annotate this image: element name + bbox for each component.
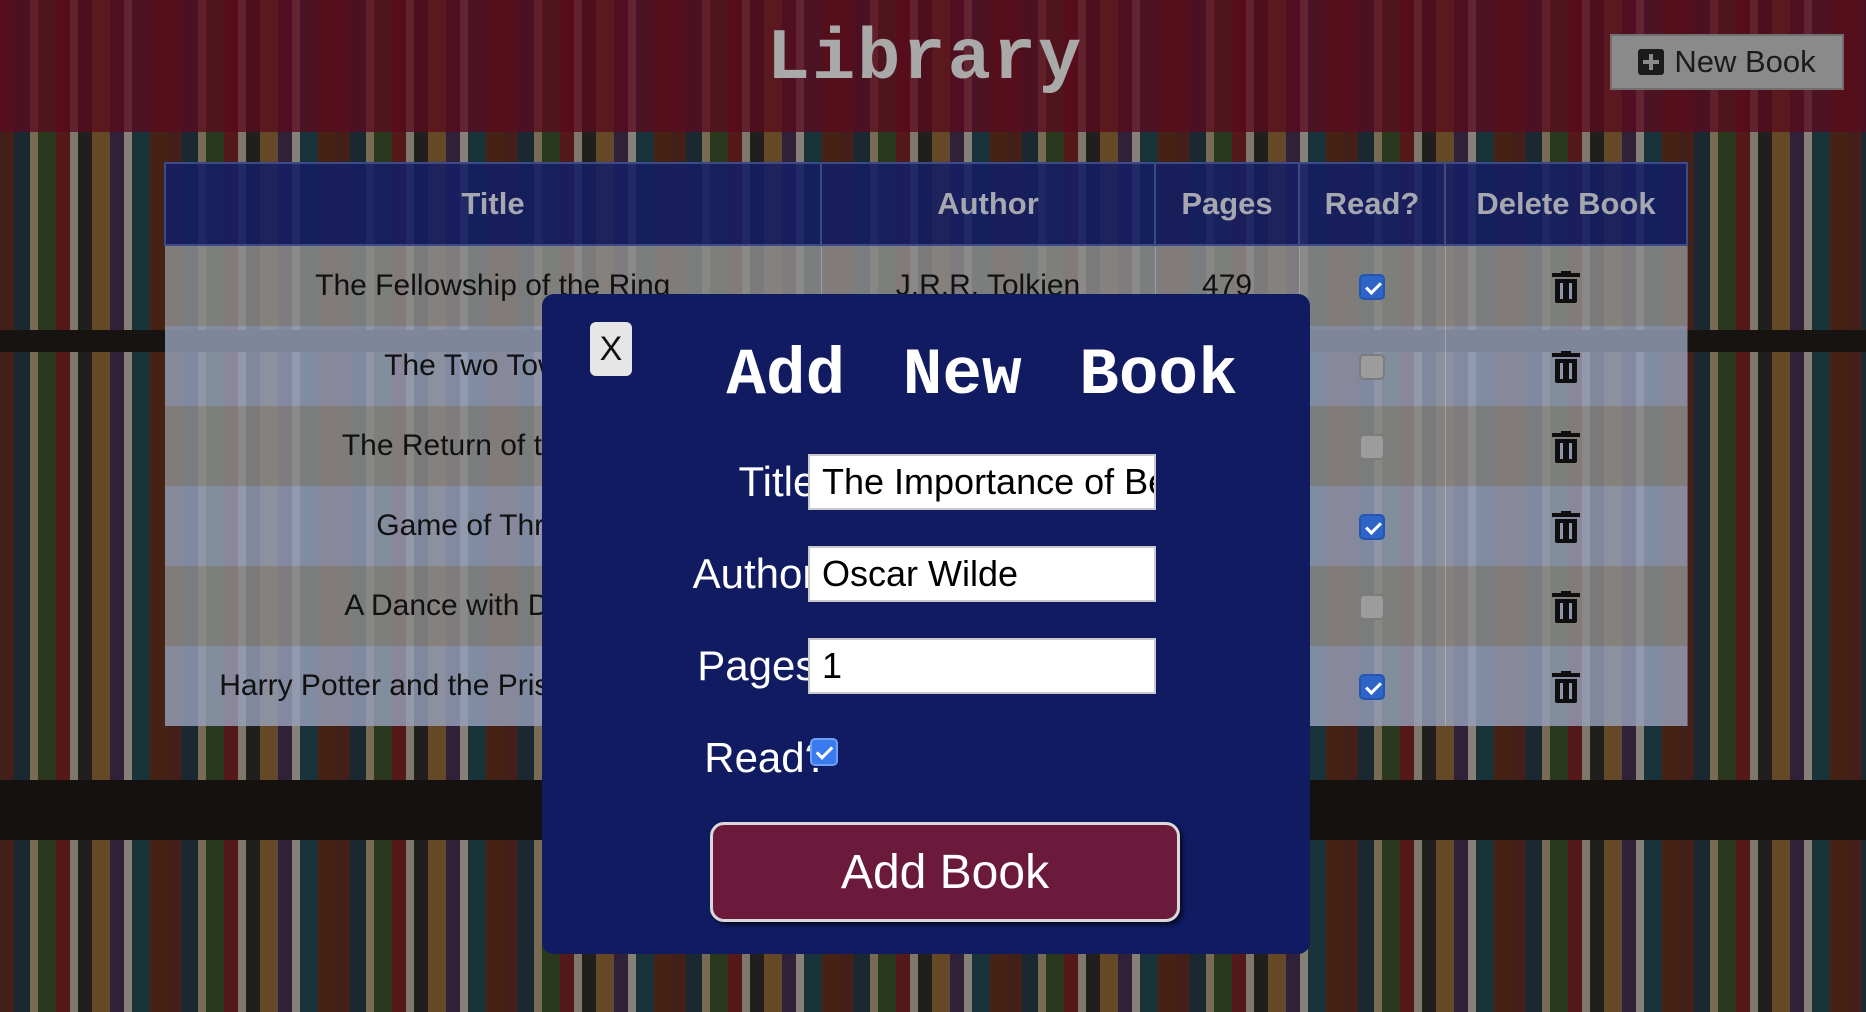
cell-delete	[1445, 486, 1688, 566]
trash-icon[interactable]	[1552, 431, 1580, 464]
trash-icon[interactable]	[1552, 271, 1580, 304]
cell-read	[1299, 646, 1446, 726]
cell-delete	[1445, 406, 1688, 486]
column-header-delete: Delete Book	[1444, 162, 1688, 246]
read-checkbox[interactable]	[1359, 434, 1385, 461]
column-header-pages: Pages	[1154, 162, 1300, 246]
cell-read	[1299, 566, 1446, 646]
plus-square-icon	[1638, 49, 1665, 75]
read-checkbox[interactable]	[1359, 274, 1385, 301]
new-book-button[interactable]: New Book	[1610, 34, 1844, 90]
cell-read	[1299, 326, 1446, 406]
title-input[interactable]: The Importance of Being	[808, 454, 1156, 510]
trash-icon[interactable]	[1552, 351, 1580, 384]
cell-read	[1299, 406, 1446, 486]
read-checkbox[interactable]	[1359, 354, 1385, 381]
table-header-row: Title Author Pages Read? Delete Book	[164, 162, 1688, 246]
read-checkbox[interactable]	[810, 738, 838, 766]
read-row: Read?	[542, 730, 1310, 786]
add-book-modal: X Add New Book Title: The Importance of …	[542, 294, 1310, 954]
header-bar: Library New Book	[0, 0, 1866, 132]
read-checkbox[interactable]	[1359, 594, 1385, 621]
modal-title: Add New Book	[726, 338, 1238, 413]
cell-delete	[1445, 646, 1688, 726]
cell-delete	[1445, 566, 1688, 646]
author-input[interactable]: Oscar Wilde	[808, 546, 1156, 602]
cell-delete	[1445, 245, 1688, 326]
trash-icon[interactable]	[1552, 511, 1580, 544]
trash-icon[interactable]	[1552, 671, 1580, 704]
author-row: Author: Oscar Wilde	[542, 546, 1310, 602]
pages-row: Pages: 1	[542, 638, 1310, 694]
cell-delete	[1445, 326, 1688, 406]
column-header-title: Title	[164, 162, 822, 246]
trash-icon[interactable]	[1552, 591, 1580, 624]
column-header-author: Author	[820, 162, 1156, 246]
new-book-label: New Book	[1674, 44, 1816, 79]
pages-input[interactable]: 1	[808, 638, 1156, 694]
close-button[interactable]: X	[590, 322, 632, 376]
read-checkbox[interactable]	[1359, 674, 1385, 701]
read-checkbox[interactable]	[1359, 514, 1385, 541]
add-book-button[interactable]: Add Book	[710, 822, 1180, 922]
cell-read	[1299, 245, 1446, 326]
title-row: Title: The Importance of Being	[542, 454, 1310, 510]
column-header-read: Read?	[1298, 162, 1446, 246]
cell-read	[1299, 486, 1446, 566]
page-title: Library	[766, 18, 1084, 100]
